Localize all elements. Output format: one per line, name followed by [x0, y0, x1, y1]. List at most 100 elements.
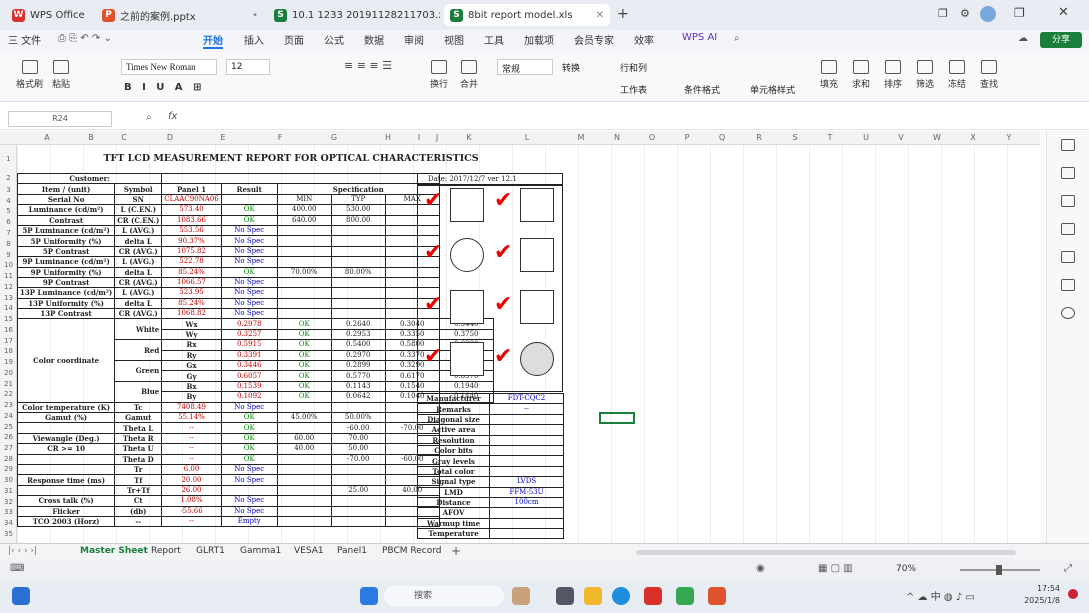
item-label[interactable]: Color temperature (K)	[17, 401, 116, 414]
symbol-cell[interactable]: SN	[114, 193, 163, 206]
item-label[interactable]	[17, 463, 116, 476]
symbol-cell[interactable]: Theta U	[114, 443, 163, 455]
row-header[interactable]: 24	[0, 412, 17, 420]
item-label[interactable]: 13P Contrast	[17, 308, 116, 320]
row-header[interactable]: 8	[0, 240, 17, 248]
result-cell[interactable]: OK	[220, 432, 278, 445]
panel-value[interactable]: 85.24%	[161, 266, 222, 278]
panel-value[interactable]: 523.95	[161, 287, 222, 299]
align-buttons[interactable]: ≡ ≡ ≡ ☰	[344, 59, 392, 72]
sheet-tab-report[interactable]: Report	[151, 546, 181, 556]
result-cell[interactable]: OK	[220, 266, 278, 278]
spec-min[interactable]	[276, 308, 332, 320]
sort-button[interactable]: 排序	[884, 60, 902, 90]
symbol-cell[interactable]: Theta L	[114, 422, 163, 434]
item-label[interactable]: Contrast	[17, 214, 116, 226]
font-style-buttons[interactable]: B I U A ⊞	[124, 82, 201, 93]
sum-button[interactable]: 求和	[852, 60, 870, 90]
task-view-icon[interactable]	[556, 587, 574, 605]
folder-icon[interactable]	[584, 587, 602, 605]
clock-time[interactable]: 17:54	[1032, 584, 1060, 593]
item-label[interactable]: Cross talk (%)	[17, 495, 116, 507]
symbol-cell[interactable]: delta L	[114, 266, 163, 278]
header-item[interactable]: Item / (unit)	[17, 183, 116, 195]
spec-min[interactable]: 400.00	[276, 204, 332, 216]
property-icon[interactable]	[1061, 195, 1075, 207]
spec-typ[interactable]: -70.00	[330, 453, 386, 465]
result-cell[interactable]: No Spec	[220, 256, 278, 268]
font-size-select[interactable]: 12	[226, 59, 270, 75]
info-label[interactable]: Diagonal size	[417, 413, 490, 426]
spec-min[interactable]	[276, 463, 332, 476]
result-cell[interactable]: OK	[276, 370, 332, 382]
find-button[interactable]: 查找	[980, 60, 998, 90]
spec-min[interactable]	[276, 235, 332, 247]
info-label[interactable]: Distance	[417, 496, 490, 509]
item-label[interactable]	[17, 453, 116, 465]
spec-typ[interactable]	[330, 308, 386, 320]
col-header[interactable]: K	[462, 133, 476, 142]
tab-dot-icon[interactable]: •	[246, 10, 258, 21]
row-header[interactable]: 26	[0, 433, 17, 441]
close-window-icon[interactable]: ✕	[1058, 5, 1069, 20]
info-label[interactable]: AFOV	[417, 507, 490, 519]
spec-min[interactable]: 60.00	[276, 432, 332, 445]
panel-value[interactable]: 90.37%	[161, 235, 222, 247]
col-header[interactable]: G	[327, 133, 341, 142]
info-value[interactable]: FDT-CQC2	[489, 392, 564, 405]
spec-typ[interactable]: 80.00%	[330, 266, 386, 278]
spec-min[interactable]	[276, 422, 332, 434]
eye-icon[interactable]: ◉	[756, 563, 765, 574]
symbol-cell[interactable]: (db)	[114, 505, 163, 517]
customer-label[interactable]: Customer:	[17, 172, 163, 185]
result-cell[interactable]: No Spec	[220, 308, 278, 320]
tab-xls-1[interactable]: S 10.1 1233 20191128211703.xls •	[268, 4, 440, 26]
start-icon[interactable]	[360, 587, 378, 605]
col-header[interactable]: T	[823, 133, 837, 142]
symbol-cell[interactable]: Wx	[161, 318, 222, 330]
edge-icon[interactable]	[612, 587, 630, 605]
search-icon[interactable]: ⌕	[734, 33, 740, 44]
info-label[interactable]: Resolution	[417, 434, 490, 446]
menu-item-formula[interactable]: 公式	[324, 32, 344, 47]
result-cell[interactable]: OK	[220, 443, 278, 455]
panel-value[interactable]: 1.08%	[161, 495, 222, 507]
panel-value[interactable]: --	[161, 422, 222, 434]
item-label[interactable]	[17, 484, 116, 497]
color-name[interactable]: White	[114, 318, 163, 341]
spec-min[interactable]	[276, 401, 332, 414]
row-header[interactable]: 31	[0, 487, 17, 495]
spec-min[interactable]: 45.00%	[276, 411, 332, 424]
info-value[interactable]: LVDS	[489, 476, 564, 488]
result-cell[interactable]: OK	[220, 453, 278, 465]
symbol-cell[interactable]: CR (C.EN.)	[114, 214, 163, 226]
apps-icon[interactable]	[1061, 251, 1075, 263]
panel-value[interactable]: --	[161, 515, 222, 528]
col-header[interactable]: W	[930, 133, 944, 142]
info-value[interactable]	[489, 413, 564, 426]
spec-typ[interactable]: 70.00	[330, 432, 386, 445]
item-label[interactable]: 13P Luminance (cd/m²)	[17, 287, 116, 299]
panel-value[interactable]: -55.66	[161, 505, 222, 517]
tab-wps-office[interactable]: W WPS Office	[6, 4, 92, 26]
worksheet-button[interactable]: 工作表	[620, 83, 647, 96]
row-header[interactable]: 11	[0, 272, 17, 280]
symbol-cell[interactable]: Bx	[161, 380, 222, 393]
panel-value[interactable]: 0.1092	[220, 391, 278, 403]
col-header[interactable]: O	[645, 133, 659, 142]
fill-button[interactable]: 填充	[820, 60, 838, 90]
tab-xls-active[interactable]: S 8bit report model.xls ✕	[444, 4, 610, 26]
info-value[interactable]	[489, 517, 564, 530]
symbol-cell[interactable]: Tc	[114, 401, 163, 414]
book-icon[interactable]	[1061, 279, 1075, 291]
spec-min[interactable]: 70.00%	[276, 266, 332, 278]
item-label[interactable]: CR >= 10	[17, 443, 116, 455]
spec-typ[interactable]	[330, 245, 386, 258]
header-panel[interactable]: Panel 1	[161, 183, 222, 195]
macro-icon[interactable]: ⌨	[10, 563, 24, 574]
spec-typ[interactable]	[330, 515, 386, 528]
result-cell[interactable]: OK	[276, 349, 332, 362]
info-value[interactable]: FFM-53U	[489, 486, 564, 498]
style-icon[interactable]	[1061, 167, 1075, 179]
info-label[interactable]: Active area	[417, 424, 490, 436]
